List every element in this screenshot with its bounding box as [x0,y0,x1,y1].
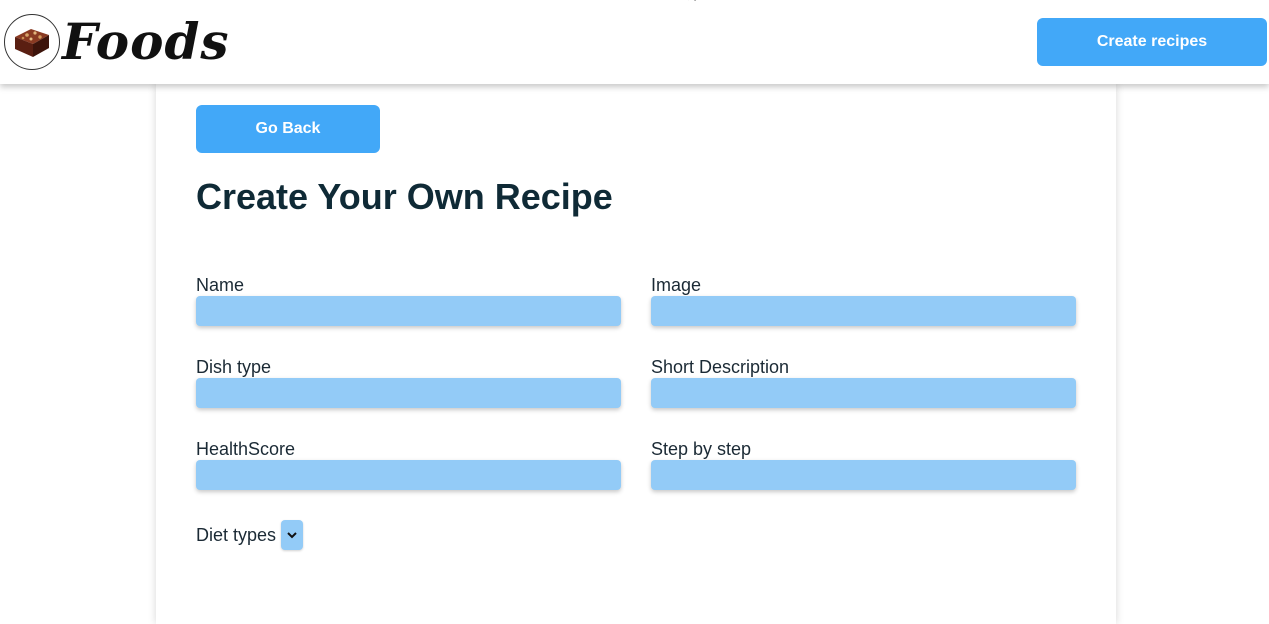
cursor-icon [688,0,702,12]
health-score-label: HealthScore [196,439,296,459]
step-by-step-input[interactable] [651,460,1076,490]
brownie-icon [4,14,60,70]
dish-type-label: Dish type [196,357,272,377]
logo[interactable]: Foods [4,14,230,70]
diet-types-label: Diet types [196,524,277,545]
diet-types-select[interactable] [281,520,304,550]
short-description-label: Short Description [651,357,790,377]
logo-text: Foods [62,12,230,71]
name-label: Name [196,275,245,295]
image-input[interactable] [651,296,1076,326]
step-by-step-label: Step by step [651,439,752,459]
image-label: Image [651,275,702,295]
dish-type-input[interactable] [196,378,621,408]
create-recipes-button[interactable]: Create recipes [1037,18,1267,66]
health-score-input[interactable] [196,460,621,490]
top-navbar: Foods Create recipes [0,0,1269,84]
page-title: Create Your Own Recipe [196,176,613,217]
name-input[interactable] [196,296,621,326]
create-recipe-form: Go Back Create Your Own Recipe Name Imag… [156,84,1116,624]
diet-types-row: Diet types [196,520,304,550]
chevron-down-icon [287,532,297,539]
go-back-button[interactable]: Go Back [196,105,380,153]
short-description-input[interactable] [651,378,1076,408]
